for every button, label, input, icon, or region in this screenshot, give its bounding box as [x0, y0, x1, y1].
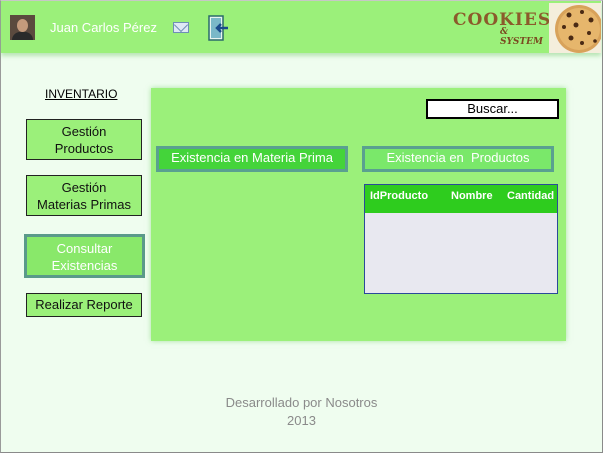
tab-existencia-productos[interactable]: Existencia en Productos — [362, 146, 554, 172]
consultar-existencias-button[interactable]: Consultar Existencias — [24, 234, 145, 278]
gestion-materias-primas-button[interactable]: Gestión Materias Primas — [26, 175, 142, 216]
search-button[interactable]: Buscar... — [426, 99, 559, 119]
button-label-line: Materias Primas — [37, 197, 131, 212]
column-header-idproducto[interactable]: IdProducto — [370, 190, 428, 202]
cookie-icon — [549, 3, 601, 53]
button-label-line: Consultar — [56, 241, 113, 256]
button-label-line: Productos — [54, 141, 114, 156]
section-title: INVENTARIO — [45, 87, 118, 101]
mail-icon[interactable] — [173, 22, 189, 33]
user-name: Juan Carlos Pérez — [50, 20, 157, 35]
results-table[interactable]: IdProducto Nombre Cantidad — [364, 184, 558, 294]
button-label-line: Existencias — [51, 258, 118, 273]
table-header: IdProducto Nombre Cantidad — [365, 185, 557, 213]
tab-existencia-materia-prima[interactable]: Existencia en Materia Prima — [156, 146, 348, 172]
button-label-line: Gestión — [61, 124, 107, 139]
footer-year: 2013 — [287, 413, 316, 428]
footer-credit: Desarrollado por Nosotros — [225, 395, 378, 410]
exit-door-icon[interactable] — [206, 15, 230, 41]
app-logo: COOKIES & SYSTEM — [453, 10, 550, 47]
logo-subtitle: & SYSTEM — [500, 27, 543, 47]
column-header-cantidad[interactable]: Cantidad — [507, 190, 554, 202]
realizar-reporte-button[interactable]: Realizar Reporte — [26, 293, 142, 317]
gestion-productos-button[interactable]: Gestión Productos — [26, 119, 142, 160]
button-label: Realizar Reporte — [35, 297, 133, 312]
button-label-line: Gestión — [61, 180, 107, 195]
column-header-nombre[interactable]: Nombre — [451, 190, 493, 202]
user-avatar[interactable] — [10, 15, 35, 40]
header-bar: Juan Carlos Pérez COOKIES & SYSTEM — [1, 1, 601, 53]
